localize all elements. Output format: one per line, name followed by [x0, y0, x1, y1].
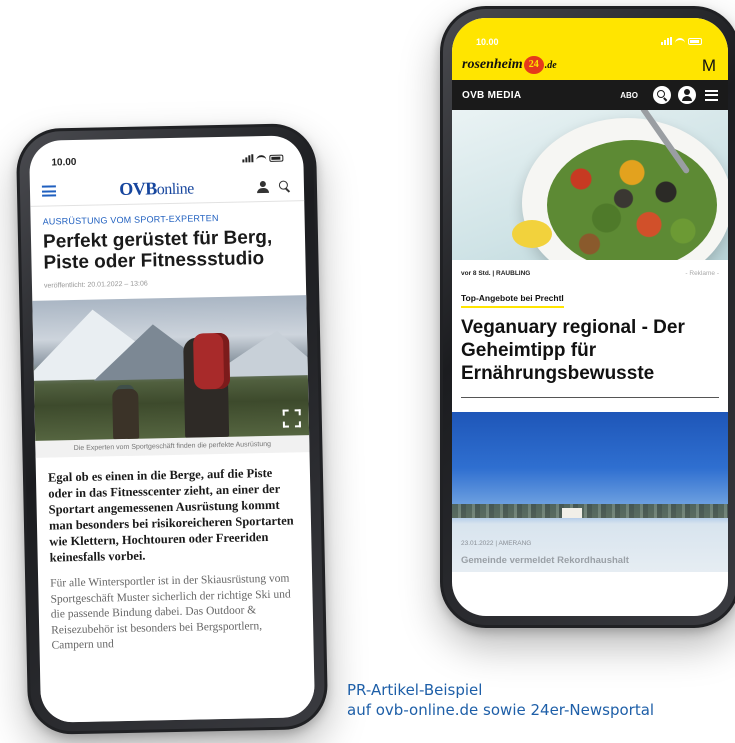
hamburger-menu-icon[interactable] [705, 89, 718, 101]
right-phone-screen: 10.00 rosenheim 24 .de M OVB MEDIA ABO v… [452, 18, 728, 616]
sponsor-label: Top-Angebote bei Prechtl [461, 293, 564, 308]
divider [461, 397, 719, 398]
fade-overlay [39, 647, 316, 723]
user-icon[interactable] [678, 86, 696, 104]
fullscreen-icon[interactable] [282, 409, 301, 428]
article-headline: Perfekt gerüstet für Berg, Piste oder Fi… [42, 226, 273, 274]
second-article-teaser[interactable]: Gemeinde vermeldet Rekordhaushalt [461, 555, 719, 566]
ad-label: - Reklame - [685, 270, 719, 277]
status-icons [661, 37, 702, 45]
second-article-overlay: 23.01.2022 | AMERANG Gemeinde vermeldet … [461, 540, 719, 566]
site-header: 10.00 rosenheim 24 .de M [452, 18, 728, 80]
right-phone: 10.00 rosenheim 24 .de M OVB MEDIA ABO v… [440, 6, 735, 628]
battery-icon [269, 154, 284, 162]
wifi-icon [675, 37, 685, 45]
article-headline[interactable]: Veganuary regional - Der Geheimtipp für … [461, 316, 719, 385]
rosenheim24-logo[interactable]: rosenheim 24 .de [462, 56, 557, 74]
article-body: Für alle Wintersportler ist in der Skiau… [50, 572, 291, 652]
status-time: 10.00 [476, 37, 499, 47]
signal-icon [242, 154, 254, 163]
article-time-location: vor 8 Std. | RAUBLING [461, 270, 531, 277]
caption-line-2: auf ovb-online.de sowie 24er-Newsportal [347, 701, 655, 719]
media-nav: OVB MEDIA ABO [452, 80, 728, 110]
status-time: 10.00 [51, 156, 77, 168]
status-icons [242, 154, 284, 163]
ovb-online-logo[interactable]: OVBonline [119, 177, 194, 200]
published-date: veröffentlicht: 20.01.2022 – 13:06 [43, 280, 148, 290]
article-kicker: AUSRÜSTUNG VOM SPORT-EXPERTEN [42, 212, 219, 227]
user-icon[interactable] [257, 180, 269, 192]
article-hero-image[interactable] [32, 295, 310, 441]
merkur-menu-link[interactable]: M [702, 56, 716, 76]
abo-link[interactable]: ABO [620, 91, 638, 100]
battery-icon [688, 37, 702, 45]
ovb-media-label[interactable]: OVB MEDIA [462, 90, 521, 101]
search-icon[interactable] [653, 86, 671, 104]
article-meta: vor 8 Std. | RAUBLING - Reklame - [461, 270, 719, 277]
caption-line-1: PR-Artikel-Beispiel [347, 681, 483, 699]
article-lead: Egal ob es einen in die Berge, auf die P… [47, 465, 294, 565]
left-phone: 10.00 OVBonline AUSRÜSTUNG VOM SPORT-EXP… [15, 122, 329, 736]
left-phone-screen: 10.00 OVBonline AUSRÜSTUNG VOM SPORT-EXP… [28, 135, 316, 723]
article-teaser-image[interactable] [452, 110, 728, 260]
wifi-icon [256, 154, 267, 162]
second-article-date: 23.01.2022 | AMERANG [461, 540, 532, 547]
search-icon[interactable] [279, 180, 290, 191]
status-bar: 10.00 [29, 135, 304, 177]
teaser-article[interactable]: vor 8 Std. | RAUBLING - Reklame - Top-An… [452, 260, 728, 398]
signal-icon [661, 37, 672, 45]
hamburger-menu-icon[interactable] [41, 185, 57, 197]
second-article-image[interactable]: 23.01.2022 | AMERANG Gemeinde vermeldet … [452, 412, 728, 572]
article: AUSRÜSTUNG VOM SPORT-EXPERTEN Perfekt ge… [30, 201, 313, 654]
figure-caption: PR-Artikel-Beispiel auf ovb-online.de so… [347, 680, 654, 720]
